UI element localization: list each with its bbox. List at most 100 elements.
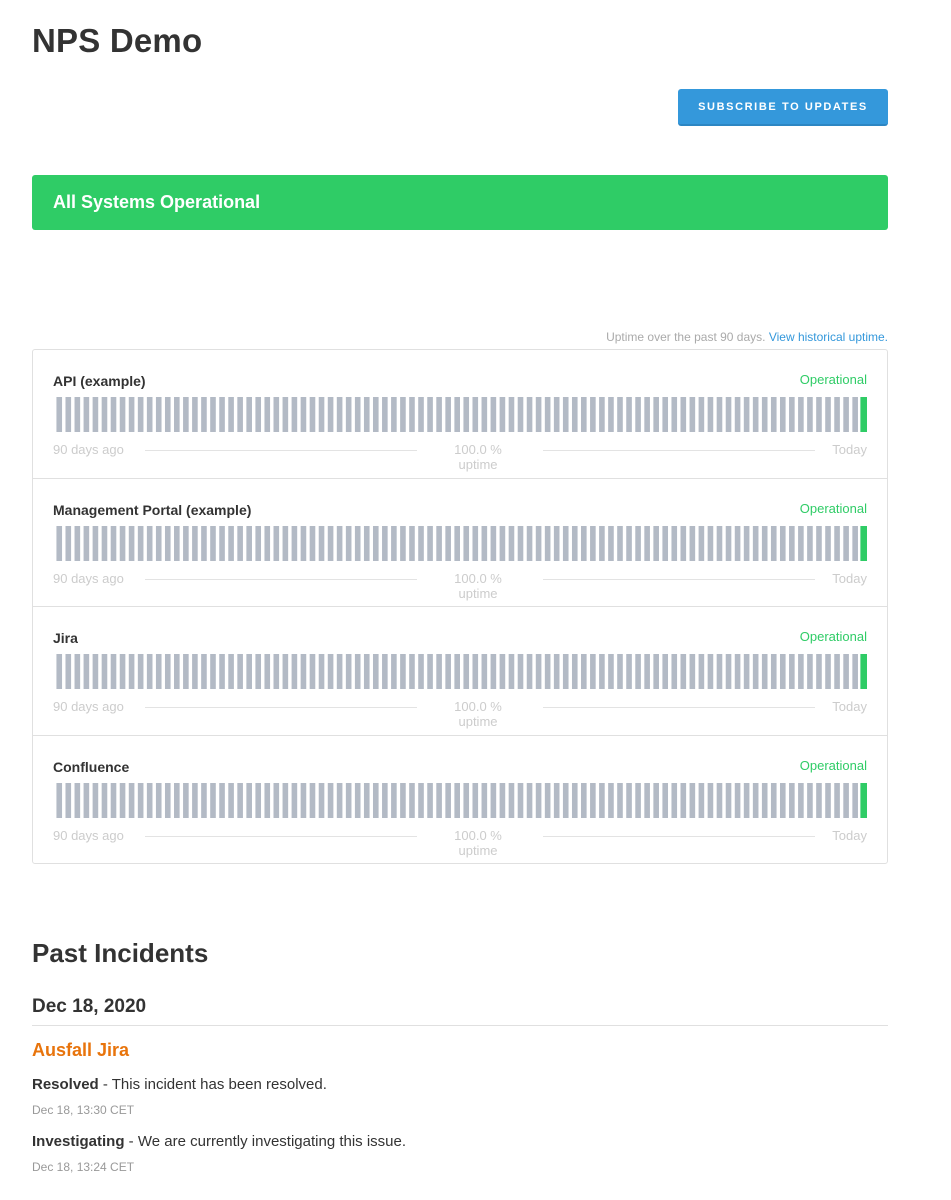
uptime-day-bar[interactable] <box>74 397 81 432</box>
uptime-day-bar[interactable] <box>74 654 81 689</box>
uptime-day-bar[interactable] <box>210 397 216 432</box>
uptime-day-bar[interactable] <box>590 397 596 432</box>
uptime-day-bar[interactable] <box>581 654 587 689</box>
uptime-day-bar[interactable] <box>273 782 280 818</box>
uptime-day-bar[interactable] <box>752 782 759 818</box>
uptime-day-bar[interactable] <box>789 782 795 818</box>
uptime-day-bar[interactable] <box>219 525 225 561</box>
uptime-day-bar[interactable] <box>282 397 289 432</box>
uptime-day-bar[interactable] <box>752 654 759 689</box>
uptime-day-bar-today[interactable] <box>860 782 867 818</box>
uptime-day-bar[interactable] <box>716 525 723 561</box>
uptime-day-bar[interactable] <box>671 397 678 432</box>
uptime-day-bar[interactable] <box>816 654 822 689</box>
uptime-day-bar[interactable] <box>246 782 252 818</box>
uptime-day-bar[interactable] <box>581 525 587 561</box>
uptime-day-bar[interactable] <box>599 525 605 561</box>
uptime-day-bar[interactable] <box>273 525 280 561</box>
uptime-day-bar[interactable] <box>418 782 424 818</box>
uptime-day-bar[interactable] <box>644 654 650 689</box>
uptime-day-bar[interactable] <box>608 654 614 689</box>
uptime-day-bar[interactable] <box>599 782 605 818</box>
uptime-day-bar[interactable] <box>92 397 99 432</box>
uptime-day-bar[interactable] <box>454 397 460 432</box>
uptime-day-bar[interactable] <box>599 654 605 689</box>
uptime-day-bar[interactable] <box>291 782 298 818</box>
uptime-day-bar[interactable] <box>183 654 189 689</box>
uptime-day-bar[interactable] <box>309 654 316 689</box>
uptime-day-bar[interactable] <box>255 782 262 818</box>
uptime-day-bar[interactable] <box>635 525 641 561</box>
uptime-day-bar[interactable] <box>825 782 831 818</box>
uptime-day-bar[interactable] <box>734 654 741 689</box>
uptime-day-bar[interactable] <box>689 397 696 432</box>
uptime-day-bar[interactable] <box>653 654 659 689</box>
uptime-day-bar[interactable] <box>671 654 678 689</box>
uptime-day-bar[interactable] <box>174 782 180 818</box>
uptime-day-bar[interactable] <box>92 782 99 818</box>
uptime-day-bar[interactable] <box>689 525 696 561</box>
uptime-day-bar[interactable] <box>617 782 623 818</box>
uptime-day-bar[interactable] <box>336 654 343 689</box>
uptime-day-bar[interactable] <box>291 525 298 561</box>
uptime-day-bar[interactable] <box>553 782 560 818</box>
uptime-day-bar[interactable] <box>825 397 831 432</box>
uptime-day-bar[interactable] <box>779 525 786 561</box>
uptime-day-bar[interactable] <box>382 397 388 432</box>
uptime-day-bar[interactable] <box>418 397 424 432</box>
uptime-day-bar[interactable] <box>508 397 515 432</box>
uptime-day-bar[interactable] <box>219 397 225 432</box>
uptime-day-bar[interactable] <box>282 525 289 561</box>
uptime-day-bar[interactable] <box>128 397 135 432</box>
historical-uptime-link[interactable]: View historical uptime. <box>769 330 888 344</box>
uptime-day-bar[interactable] <box>264 525 271 561</box>
uptime-day-bar[interactable] <box>382 525 388 561</box>
uptime-day-bar[interactable] <box>192 654 198 689</box>
uptime-day-bar[interactable] <box>201 654 207 689</box>
uptime-day-bar[interactable] <box>354 397 361 432</box>
uptime-day-bar[interactable] <box>228 654 234 689</box>
uptime-day-bar[interactable] <box>101 525 108 561</box>
uptime-day-bar[interactable] <box>74 525 81 561</box>
uptime-day-bar[interactable] <box>318 782 325 818</box>
uptime-day-bar[interactable] <box>155 654 162 689</box>
uptime-day-bar[interactable] <box>219 654 225 689</box>
uptime-day-bar[interactable] <box>472 397 479 432</box>
uptime-day-bar[interactable] <box>74 782 81 818</box>
uptime-day-bar[interactable] <box>816 397 822 432</box>
uptime-day-bar[interactable] <box>779 654 786 689</box>
uptime-day-bar[interactable] <box>734 782 741 818</box>
uptime-day-bar[interactable] <box>92 654 99 689</box>
subscribe-button[interactable]: SUBSCRIBE TO UPDATES <box>678 89 888 126</box>
uptime-day-bar[interactable] <box>454 525 460 561</box>
uptime-day-bar[interactable] <box>463 782 470 818</box>
uptime-day-bar[interactable] <box>282 782 289 818</box>
uptime-day-bar[interactable] <box>264 397 271 432</box>
uptime-day-bar[interactable] <box>164 654 171 689</box>
uptime-day-bar[interactable] <box>110 654 117 689</box>
uptime-day-bar[interactable] <box>825 654 831 689</box>
uptime-day-bar[interactable] <box>436 397 442 432</box>
uptime-day-bar[interactable] <box>807 397 813 432</box>
uptime-day-bar[interactable] <box>110 397 117 432</box>
uptime-day-bar[interactable] <box>535 654 542 689</box>
uptime-day-bar[interactable] <box>409 782 415 818</box>
uptime-day-bar[interactable] <box>427 525 433 561</box>
uptime-day-bar[interactable] <box>128 525 135 561</box>
uptime-day-bar[interactable] <box>761 525 768 561</box>
uptime-day-bar-today[interactable] <box>860 525 867 561</box>
uptime-day-bar[interactable] <box>707 654 714 689</box>
uptime-day-bar[interactable] <box>436 782 442 818</box>
uptime-day-bar[interactable] <box>174 397 180 432</box>
uptime-day-bar[interactable] <box>617 654 623 689</box>
uptime-day-bar[interactable] <box>608 782 614 818</box>
uptime-day-bar[interactable] <box>752 525 759 561</box>
uptime-day-bar[interactable] <box>544 397 551 432</box>
uptime-day-bar[interactable] <box>92 525 99 561</box>
uptime-day-bar[interactable] <box>282 654 289 689</box>
uptime-day-bar[interactable] <box>463 397 470 432</box>
uptime-day-bar[interactable] <box>544 525 551 561</box>
uptime-day-bar[interactable] <box>192 782 198 818</box>
uptime-day-bar[interactable] <box>662 654 669 689</box>
uptime-day-bar[interactable] <box>128 782 135 818</box>
